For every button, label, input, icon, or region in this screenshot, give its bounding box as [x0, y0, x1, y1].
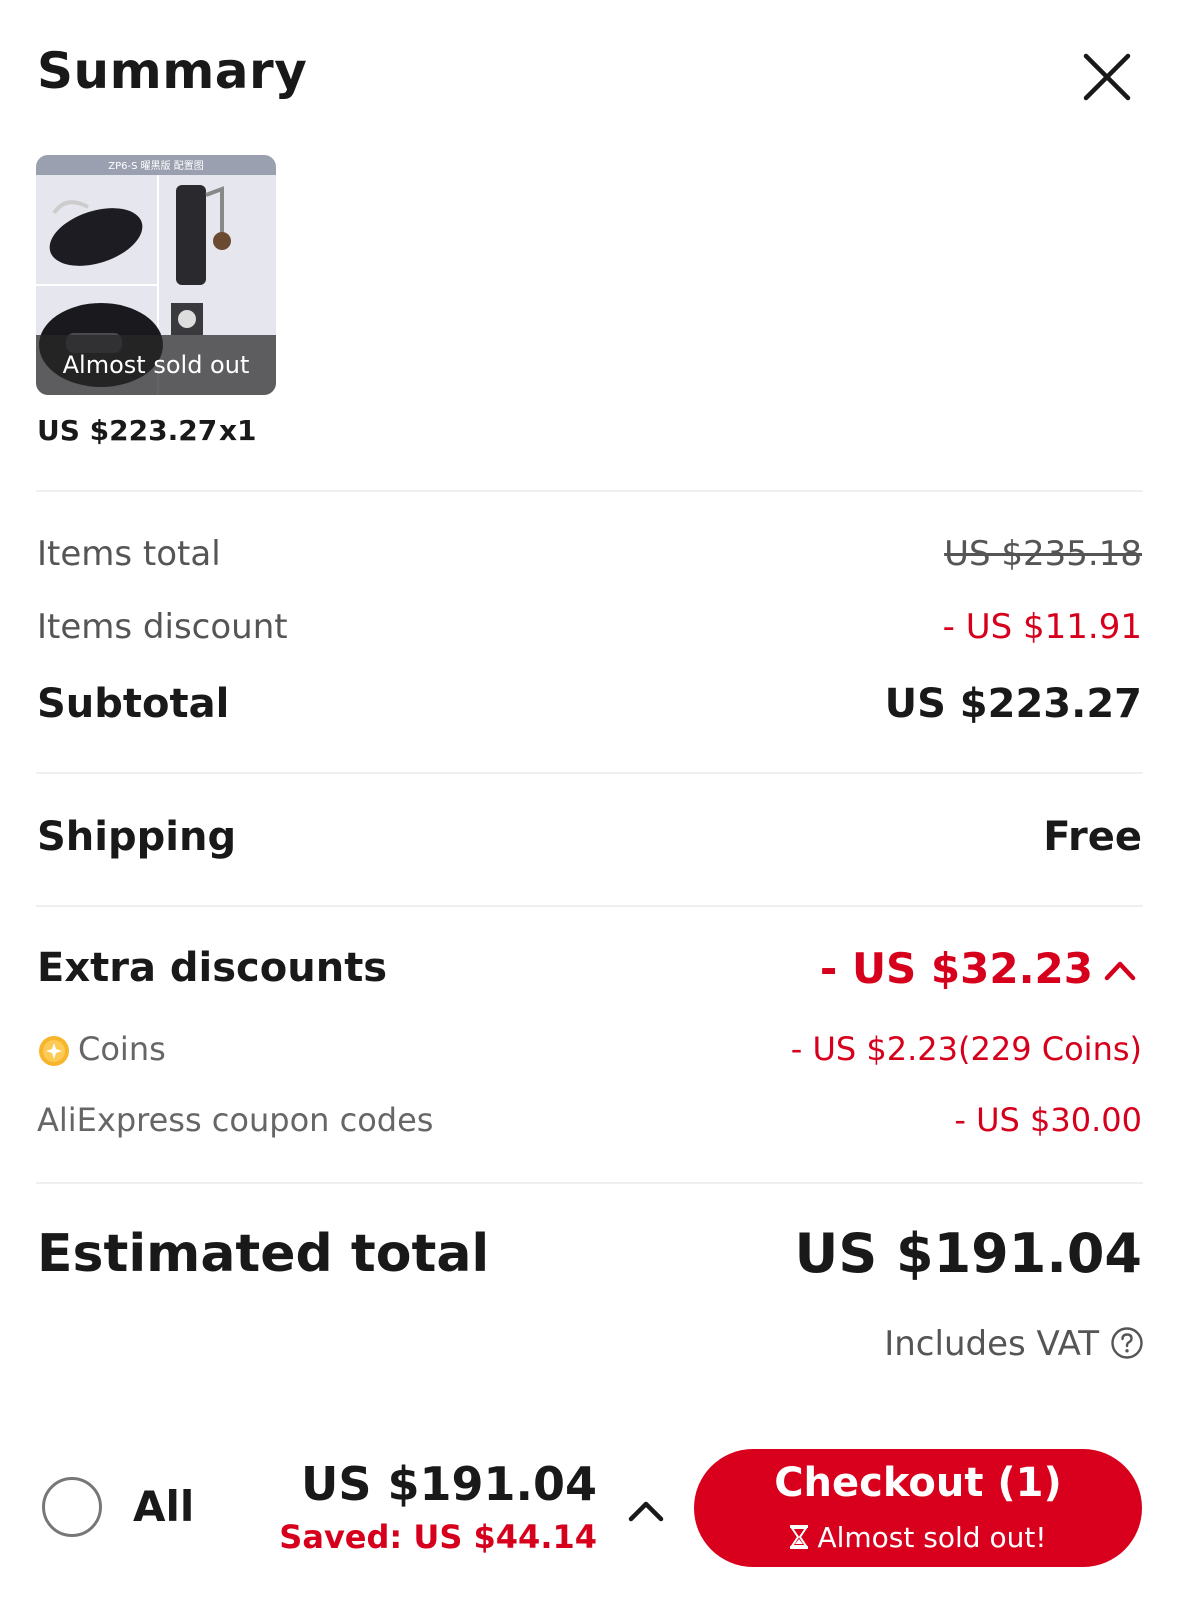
- coins-value: - US $2.23(229 Coins): [790, 1030, 1142, 1068]
- checkout-label: Checkout (1): [774, 1460, 1062, 1506]
- coupon-codes-label: AliExpress coupon codes: [37, 1101, 434, 1139]
- checkout-subtext-label: Almost sold out!: [817, 1521, 1047, 1554]
- coin-icon: [39, 1036, 69, 1066]
- select-all-radio[interactable]: [42, 1477, 102, 1537]
- extra-discounts-label: Extra discounts: [37, 945, 388, 991]
- estimated-total-value: US $191.04: [794, 1222, 1143, 1285]
- almost-sold-out-badge: Almost sold out: [36, 335, 276, 395]
- select-all-label[interactable]: All: [133, 1482, 194, 1531]
- shipping-label: Shipping: [37, 814, 237, 860]
- subtotal-value: US $223.27: [884, 681, 1142, 727]
- shipping-value: Free: [1043, 814, 1142, 860]
- items-discount-value: - US $11.91: [942, 607, 1142, 647]
- vat-note: Includes VAT: [884, 1324, 1099, 1364]
- page-title: Summary: [37, 42, 308, 100]
- coins-label: Coins: [78, 1030, 166, 1068]
- items-discount-label: Items discount: [37, 607, 288, 647]
- bar-total: US $191.04: [300, 1457, 597, 1511]
- summary-sheet: Summary ZP6-S 曜黑版 配置图 Almost sold out US…: [0, 0, 1179, 1603]
- divider: [36, 772, 1143, 774]
- close-icon[interactable]: [1080, 50, 1136, 106]
- chevron-up-icon[interactable]: [626, 1495, 666, 1525]
- checkout-subtext: Almost sold out!: [694, 1521, 1142, 1554]
- product-quantity: x1: [219, 414, 257, 447]
- bar-saved: Saved: US $44.14: [279, 1518, 597, 1556]
- checkout-button[interactable]: Checkout (1) Almost sold out!: [694, 1449, 1142, 1567]
- items-total-value: US $235.18: [944, 534, 1142, 574]
- hourglass-icon: [790, 1525, 809, 1549]
- chevron-up-icon[interactable]: [1103, 955, 1137, 985]
- divider: [36, 490, 1143, 492]
- items-total-label: Items total: [37, 534, 221, 574]
- coupon-codes-value: - US $30.00: [954, 1101, 1142, 1139]
- product-image[interactable]: ZP6-S 曜黑版 配置图 Almost sold out: [36, 155, 276, 395]
- subtotal-label: Subtotal: [37, 681, 230, 727]
- divider: [36, 1182, 1143, 1184]
- product-price: US $223.27: [37, 414, 218, 447]
- extra-discounts-value[interactable]: - US $32.23: [820, 944, 1093, 993]
- help-icon[interactable]: [1110, 1326, 1144, 1360]
- estimated-total-label: Estimated total: [37, 1224, 490, 1284]
- divider: [36, 905, 1143, 907]
- product-image-caption: ZP6-S 曜黑版 配置图: [108, 159, 204, 172]
